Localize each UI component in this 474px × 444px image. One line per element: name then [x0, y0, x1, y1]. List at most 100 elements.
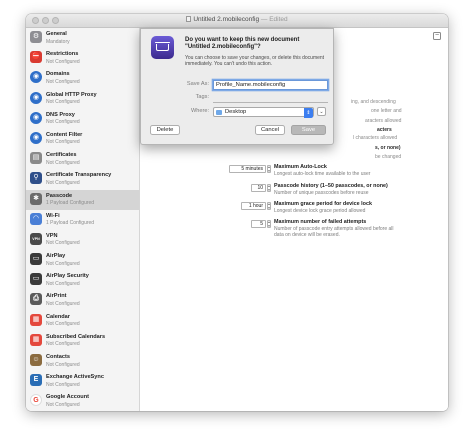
grace-period-select[interactable]: 1 hour [241, 202, 266, 210]
grace-period-stepper[interactable]: ▴ ▾ [267, 202, 271, 210]
search-icon: ⚲ [30, 172, 42, 185]
sidebar-item-general[interactable]: ⚙ General Mandatory [26, 28, 139, 48]
setting-failed-attempts: 5 ▴ ▾ Maximum number of failed attempts N… [141, 217, 441, 238]
sidebar-item-status: Not Configured [46, 361, 80, 368]
partial-setting-title: s, or none) [375, 145, 401, 151]
sidebar-item-status: Not Configured [46, 341, 80, 348]
airplay-icon: ▭ [30, 253, 42, 266]
failed-attempts-stepper[interactable]: ▴ ▾ [267, 220, 271, 228]
sidebar-item-airprint[interactable]: ⎙ AirPrint Not Configured [26, 290, 139, 310]
folder-icon [216, 110, 222, 115]
sidebar-item-google-account[interactable]: G Google Account Not Configured [26, 391, 139, 411]
sidebar-item-status: Not Configured [46, 119, 80, 126]
globe-icon: ◉ [30, 131, 42, 144]
setting-title: Maximum number of failed attempts [274, 219, 367, 225]
sidebar-item-contacts[interactable]: ☺ Contacts Not Configured [26, 351, 139, 371]
sidebar-item-label: Restrictions [46, 51, 79, 58]
partial-description: one letter and [371, 108, 402, 114]
calendar-icon: ▦ [30, 313, 42, 326]
setting-max-auto-lock: 5 minutes ▴ ▾ Maximum Auto-Lock Longest a… [141, 162, 441, 182]
sidebar-item-label: Certificates [46, 152, 77, 159]
where-select[interactable]: Desktop ⇕ [213, 107, 314, 118]
title-bar: Untitled 2.mobileconfig — Edited [26, 14, 448, 28]
sidebar-item-status: Not Configured [46, 401, 80, 408]
sidebar-item-exchange-activesync[interactable]: E Exchange ActiveSync Not Configured [26, 371, 139, 391]
sidebar-item-airplay[interactable]: ▭ AirPlay Not Configured [26, 250, 139, 270]
save-as-label: Save As: [186, 81, 209, 87]
gear-icon: ⚙ [30, 31, 42, 43]
sidebar-item-status: Not Configured [46, 179, 80, 186]
window-title: Untitled 2.mobileconfig — Edited [26, 16, 448, 23]
partial-description: aracters allowed [365, 118, 402, 124]
calendar-icon: ▦ [30, 333, 42, 346]
certificate-icon: ▤ [30, 152, 42, 165]
sidebar-item-airplay-security[interactable]: ▭ AirPlay Security Not Configured [26, 270, 139, 290]
setting-description: Longest auto-lock time available to the … [274, 171, 371, 177]
sidebar-item-label: Wi-Fi [46, 212, 60, 219]
save-button[interactable]: Save [291, 125, 326, 135]
sidebar-item-wi-fi[interactable]: ◠ Wi-Fi 1 Payload Configured [26, 210, 139, 230]
sidebar-item-status: 1 Payload Configured [46, 220, 95, 227]
sidebar-item-label: Domains [46, 71, 70, 78]
sidebar-item-label: Calendar [46, 313, 70, 320]
failed-attempts-field[interactable]: 5 [251, 220, 266, 228]
partial-description: l characters allowed [353, 135, 398, 141]
sidebar-item-restrictions[interactable]: ⛔ Restrictions Not Configured [26, 48, 139, 68]
passcode-history-field[interactable]: 10 [251, 184, 266, 192]
payload-sidebar: ⚙ General Mandatory ⛔ Restrictions Not Config… [26, 28, 140, 411]
setting-description: Longest device lock grace period allowed [274, 208, 366, 214]
chevron-updown-icon: ⇕ [304, 107, 313, 118]
setting-passcode-history: 10 ▴ ▾ Passcode history (1–50 passcodes, … [141, 181, 441, 201]
sidebar-item-global-http-proxy[interactable]: ◉ Global HTTP Proxy Not Configured [26, 89, 139, 109]
globe-icon: ◉ [30, 91, 42, 104]
sidebar-item-subscribed-calendars[interactable]: ▦ Subscribed Calendars Not Configured [26, 331, 139, 351]
sidebar-item-status: Not Configured [46, 58, 80, 65]
passcode-history-stepper[interactable]: ▴ ▾ [267, 184, 271, 192]
save-as-field[interactable]: Profile_Name.mobileconfig [213, 80, 328, 90]
sidebar-item-label: Passcode [46, 192, 73, 199]
airplay-security-icon: ▭ [30, 273, 42, 286]
sidebar-item-status: Not Configured [46, 99, 80, 106]
globe-icon: ◉ [30, 111, 42, 124]
sidebar-item-label: General [46, 31, 67, 37]
tags-field[interactable] [213, 93, 328, 103]
where-label: Where: [190, 108, 209, 114]
sidebar-item-status: Not Configured [46, 159, 80, 166]
sidebar-item-status: Not Configured [46, 78, 80, 85]
sidebar-item-status: 1 Payload Configured [46, 200, 95, 206]
sidebar-item-label: Google Account [46, 394, 89, 401]
sidebar-item-vpn[interactable]: VPN VPN Not Configured [26, 230, 139, 250]
sidebar-item-passcode[interactable]: ✱ Passcode 1 Payload Configured [26, 189, 139, 210]
sidebar-item-label: Global HTTP Proxy [46, 91, 97, 98]
sidebar-item-label: DNS Proxy [46, 111, 75, 118]
setting-description: data on device will be erased. [274, 232, 340, 238]
delete-button[interactable]: Delete [150, 125, 180, 135]
sidebar-item-label: AirPlay Security [46, 273, 89, 280]
setting-title: Maximum grace period for device lock [274, 201, 372, 207]
sidebar-item-status: Mandatory [46, 38, 70, 45]
configurator-app-icon [151, 36, 174, 59]
sidebar-item-certificate-transparency[interactable]: ⚲ Certificate Transparency Not Configured [26, 169, 139, 189]
sidebar-item-calendar[interactable]: ▦ Calendar Not Configured [26, 311, 139, 331]
auto-lock-stepper[interactable]: ▴ ▾ [267, 165, 271, 173]
where-value: Desktop [225, 109, 247, 115]
lock-icon: ✱ [30, 192, 42, 205]
printer-icon: ⎙ [30, 293, 42, 306]
sidebar-item-label: AirPrint [46, 293, 67, 300]
expand-save-panel-button[interactable]: ⌄ [317, 107, 326, 116]
sidebar-item-status: Not Configured [46, 381, 80, 388]
sidebar-item-dns-proxy[interactable]: ◉ DNS Proxy Not Configured [26, 109, 139, 129]
sidebar-item-status: Not Configured [46, 240, 80, 247]
setting-title: Passcode history (1–50 passcodes, or non… [274, 183, 388, 189]
sidebar-item-label: Contacts [46, 354, 70, 360]
setting-title: Maximum Auto-Lock [274, 164, 327, 170]
sidebar-item-domains[interactable]: ◉ Domains Not Configured [26, 68, 139, 88]
sidebar-item-status: Not Configured [46, 280, 80, 287]
sidebar-item-certificates[interactable]: ▤ Certificates Not Configured [26, 149, 139, 169]
sidebar-item-status: Not Configured [46, 300, 80, 307]
auto-lock-select[interactable]: 5 minutes [229, 165, 266, 173]
sidebar-item-status: Not Configured [46, 321, 80, 328]
sidebar-item-content-filter[interactable]: ◉ Content Filter Not Configured [26, 129, 139, 149]
cancel-button[interactable]: Cancel [255, 125, 285, 135]
collapse-payload-button[interactable]: − [433, 32, 441, 40]
